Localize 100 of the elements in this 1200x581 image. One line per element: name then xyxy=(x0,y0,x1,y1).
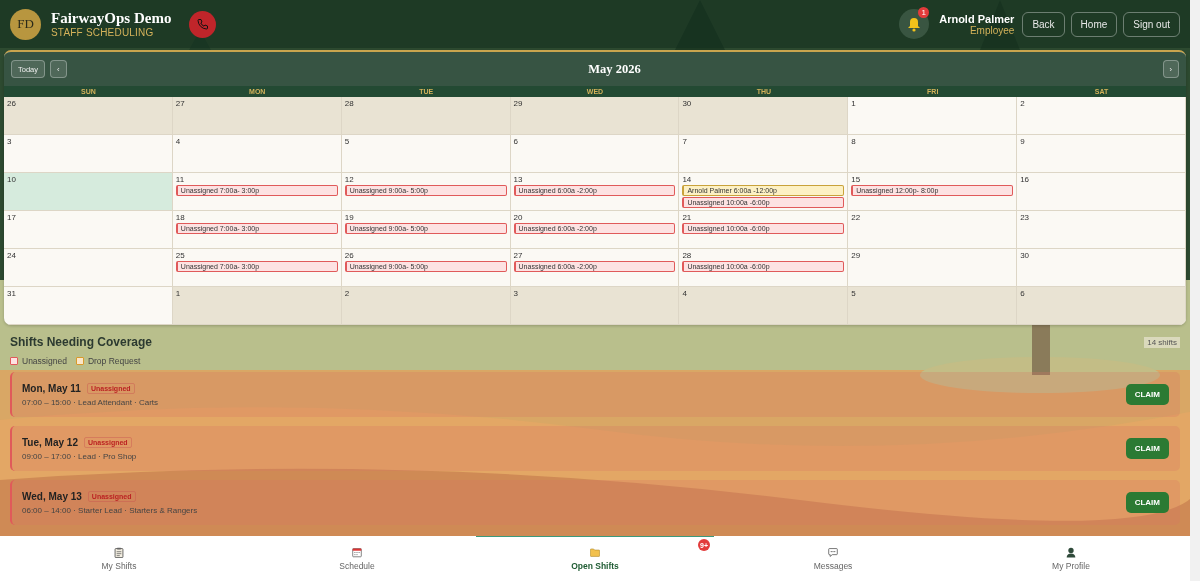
shift-details: 09:00 – 17:00 · Lead · Pro Shop xyxy=(22,451,138,461)
nav-tab[interactable]: My Shifts xyxy=(0,536,238,581)
day-number: 26 xyxy=(7,99,17,108)
bell-icon xyxy=(907,16,922,32)
day-number: 4 xyxy=(682,289,688,298)
day-number: 6 xyxy=(1020,289,1026,298)
day-number: 16 xyxy=(1020,175,1031,184)
month-title: May 2026 xyxy=(587,61,642,77)
day-number: 1 xyxy=(851,99,857,108)
legend-swatch xyxy=(75,357,84,365)
user-name: Arnold Palmer xyxy=(939,12,1015,25)
day-cell[interactable]: 23 xyxy=(1017,211,1186,249)
header-button[interactable]: Sign out xyxy=(1123,11,1180,37)
day-cell[interactable]: 1 xyxy=(172,287,342,325)
scrollbar[interactable] xyxy=(1190,0,1200,581)
claim-button[interactable]: CLAIM xyxy=(1125,438,1169,459)
day-cell[interactable]: 4 xyxy=(679,287,849,325)
legend-label: Drop Request xyxy=(87,356,141,366)
day-number: 28 xyxy=(344,99,355,108)
user-role: Employee xyxy=(969,24,1015,36)
day-number: 19 xyxy=(344,213,355,222)
day-number: 13 xyxy=(513,175,524,184)
claim-button[interactable]: CLAIM xyxy=(1125,492,1169,513)
day-cell[interactable]: 16 xyxy=(1017,173,1186,211)
day-number: 4 xyxy=(175,137,182,146)
day-cell[interactable]: 22 xyxy=(848,211,1018,249)
day-number: 2 xyxy=(1020,99,1026,108)
day-number: 30 xyxy=(1020,251,1031,260)
day-number: 12 xyxy=(344,175,355,184)
day-number: 29 xyxy=(513,99,524,108)
day-number: 25 xyxy=(175,251,186,260)
day-cell[interactable]: 2 xyxy=(341,287,511,325)
day-number: 15 xyxy=(851,175,862,184)
day-cell[interactable]: 6 xyxy=(510,135,680,173)
day-cell[interactable]: 24 xyxy=(4,249,173,287)
day-cell[interactable]: 10 xyxy=(4,173,173,211)
shift-date: Mon, May 11 xyxy=(22,382,81,394)
day-number: 8 xyxy=(851,137,857,146)
legend-swatch xyxy=(10,357,18,365)
day-cell[interactable]: 31 xyxy=(4,287,173,325)
day-cell[interactable]: 2 xyxy=(1017,97,1186,135)
day-number: 6 xyxy=(513,137,519,146)
nav-tab[interactable]: My Profile xyxy=(952,536,1190,581)
nav-tab[interactable]: Schedule xyxy=(238,536,476,581)
day-cell[interactable]: 9 xyxy=(1017,135,1186,173)
header-button[interactable]: Home xyxy=(1070,11,1118,37)
day-cell[interactable]: 30 xyxy=(679,97,849,135)
day-cell[interactable]: 28 xyxy=(341,97,511,135)
day-cell[interactable]: 3 xyxy=(510,287,680,325)
shift-count: 14 shifts xyxy=(1144,336,1180,348)
day-number: 11 xyxy=(175,175,186,184)
nav-tab[interactable]: Messages xyxy=(714,536,952,581)
notifications-button[interactable]: 1 xyxy=(899,9,930,39)
day-number: 22 xyxy=(851,213,862,222)
day-number: 28 xyxy=(682,251,693,260)
day-number: 29 xyxy=(851,251,862,260)
phone-icon xyxy=(196,18,209,30)
app-title: FairwayOps Demo xyxy=(51,10,172,27)
claim-button[interactable]: CLAIM xyxy=(1125,384,1169,405)
day-number: 10 xyxy=(7,175,17,184)
day-cell[interactable]: 4 xyxy=(172,135,342,173)
day-number: 30 xyxy=(682,99,693,108)
day-number: 7 xyxy=(682,137,688,146)
day-cell[interactable]: 8 xyxy=(848,135,1018,173)
shift-details: 06:00 – 14:00 · Starter Lead · Starters & Rangers xyxy=(22,505,199,515)
day-cell[interactable]: 6 xyxy=(1017,287,1186,325)
day-number: 3 xyxy=(513,289,519,298)
day-number: 3 xyxy=(7,137,13,146)
day-number: 1 xyxy=(175,289,182,298)
day-number: 9 xyxy=(1020,137,1026,146)
day-cell[interactable]: 7 xyxy=(679,135,849,173)
shift-date: Tue, May 12 xyxy=(22,436,78,448)
day-cell[interactable]: 5 xyxy=(341,135,511,173)
day-number: 5 xyxy=(344,137,351,146)
day-number: 14 xyxy=(682,175,693,184)
day-number: 18 xyxy=(175,213,186,222)
folder-icon xyxy=(590,547,600,558)
day-number: 20 xyxy=(513,213,524,222)
day-cell[interactable]: 5 xyxy=(848,287,1018,325)
calendar-icon xyxy=(352,547,362,558)
day-cell[interactable]: 27 xyxy=(172,97,342,135)
app-subtitle: STAFF SCHEDULING xyxy=(51,27,155,38)
day-number: 26 xyxy=(344,251,355,260)
day-number: 21 xyxy=(682,213,693,222)
day-number: 27 xyxy=(513,251,524,260)
notification-count: 1 xyxy=(918,7,930,18)
clipboard-icon xyxy=(114,547,124,558)
day-cell[interactable]: 17 xyxy=(4,211,173,249)
day-cell[interactable]: 26 xyxy=(4,97,173,135)
shift-details: 07:00 – 15:00 · Lead Attendant · Carts xyxy=(22,397,160,407)
day-number: 5 xyxy=(851,289,857,298)
person-icon xyxy=(1066,547,1076,558)
day-number: 23 xyxy=(1020,213,1031,222)
day-number: 31 xyxy=(7,289,17,298)
section-title: Shifts Needing Coverage xyxy=(10,335,153,349)
chat-icon xyxy=(828,547,838,558)
header-button[interactable]: Back xyxy=(1022,11,1065,37)
day-cell[interactable]: 29 xyxy=(510,97,680,135)
day-cell[interactable]: 1 xyxy=(848,97,1018,135)
legend-label: Unassigned xyxy=(22,356,67,366)
